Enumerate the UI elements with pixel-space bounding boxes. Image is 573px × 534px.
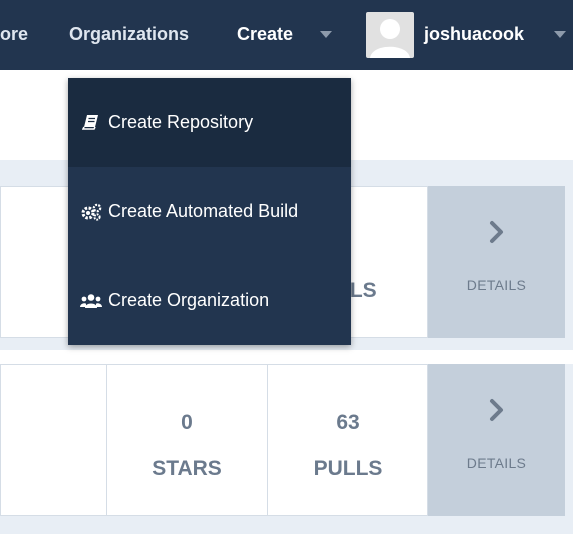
nav-explore[interactable]: ore [0, 0, 28, 70]
repo-1-details-button[interactable]: DETAILS [428, 186, 565, 338]
repo-1-details-label: DETAILS [466, 277, 527, 293]
nav-create[interactable]: Create [237, 0, 293, 70]
book-icon [82, 115, 98, 130]
repo-2-details-label: DETAILS [466, 455, 527, 471]
nav-organizations[interactable]: Organizations [69, 0, 189, 70]
chevron-right-icon [489, 399, 503, 421]
menu-item-label: Create Automated Build [108, 201, 299, 221]
chevron-right-icon [489, 221, 503, 243]
menu-item-create-organization[interactable]: Create Organization [68, 256, 351, 345]
menu-item-label: Create Organization [108, 290, 270, 310]
repo-2-stars-label: STARS [152, 457, 222, 480]
user-silhouette-icon [370, 19, 410, 58]
nav-username[interactable]: joshuacook [424, 0, 524, 70]
menu-item-create-repository[interactable]: Create Repository [68, 78, 351, 167]
avatar[interactable] [366, 12, 414, 58]
card-divider [267, 365, 268, 515]
create-dropdown-menu: Create Repository Create Automated Build… [68, 78, 351, 345]
repo-2-pulls-label: PULLS [313, 457, 383, 480]
top-navbar: ore Organizations Create joshuacook [0, 0, 573, 70]
repo-2-details-button[interactable]: DETAILS [428, 364, 565, 516]
menu-item-label: Create Repository [108, 112, 254, 132]
card-divider [106, 365, 107, 515]
user-caret-icon[interactable] [554, 31, 566, 38]
repo-2-pulls-value: 63 [336, 411, 360, 434]
gears-icon [81, 203, 102, 221]
menu-item-create-automated-build[interactable]: Create Automated Build [68, 167, 351, 256]
create-caret-icon[interactable] [320, 31, 332, 38]
users-icon [80, 294, 102, 308]
repo-card-2[interactable]: 0 STARS 63 PULLS [0, 364, 428, 516]
repo-2-stars-value: 0 [181, 411, 193, 434]
strip-gap [0, 350, 573, 364]
